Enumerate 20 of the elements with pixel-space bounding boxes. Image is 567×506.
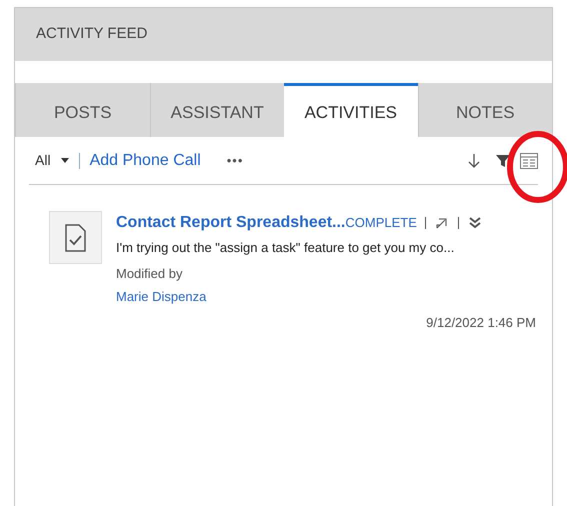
more-button[interactable]: •••: [226, 150, 244, 170]
panel-title: ACTIVITY FEED: [36, 24, 148, 44]
author-link[interactable]: Marie Dispenza: [116, 287, 206, 306]
caret-icon: [60, 158, 69, 163]
modified-label: Modified by: [116, 264, 184, 283]
open-record-icon[interactable]: [436, 217, 448, 229]
sort-arrow-icon[interactable]: [468, 152, 480, 168]
activity-title-link[interactable]: Contact Report Spreadsheet...: [116, 211, 346, 235]
tab[interactable]: NOTES: [418, 83, 552, 137]
tab[interactable]: POSTS: [15, 83, 150, 137]
activity-description: I'm trying out the "assign a task" feature to get you my co...: [116, 239, 456, 257]
timestamp: 9/12/2022 1:46 PM: [426, 314, 536, 332]
add-phone-call-link[interactable]: Add Phone Call: [90, 148, 201, 172]
task-document-icon: [49, 211, 102, 264]
list-view-icon[interactable]: [520, 152, 538, 168]
filter-icon[interactable]: [496, 154, 510, 168]
double-chevron-icon[interactable]: [468, 217, 481, 229]
tab[interactable]: ASSISTANT: [150, 83, 284, 137]
status-label: COMPLETE: [345, 214, 417, 232]
filter-dropdown[interactable]: All: [29, 150, 69, 171]
